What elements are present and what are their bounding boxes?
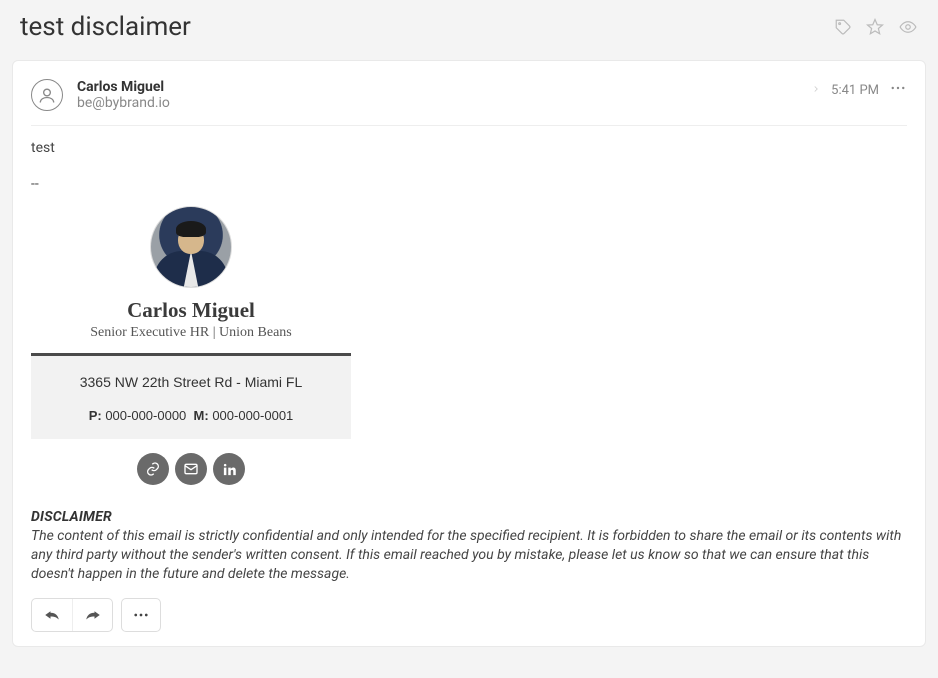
sender-email: be@bybrand.io [77, 95, 811, 111]
signature-name: Carlos Miguel [31, 298, 351, 323]
message-card: Carlos Miguel be@bybrand.io 5:41 PM test… [12, 60, 926, 647]
disclaimer-block: DISCLAIMER The content of this email is … [31, 509, 907, 584]
sender-name: Carlos Miguel [77, 79, 811, 95]
message-time: 5:41 PM [831, 83, 879, 98]
message-body: test -- Carlos Miguel Senior Executive H… [31, 126, 907, 632]
phone-p-value: 000-000-0000 [105, 408, 186, 423]
phone-m-value: 000-000-0001 [212, 408, 293, 423]
page-title: test disclaimer [20, 12, 191, 42]
mail-icon[interactable] [175, 453, 207, 485]
avatar [31, 79, 63, 111]
action-bar [31, 598, 907, 632]
phone-p-label: P: [89, 408, 102, 423]
eye-icon[interactable] [898, 18, 918, 36]
disclaimer-text: The content of this email is strictly co… [31, 527, 907, 584]
star-icon[interactable] [866, 18, 884, 36]
signature-card: Carlos Miguel Senior Executive HR | Unio… [31, 198, 351, 485]
header-action-icons [834, 18, 918, 36]
more-icon[interactable] [889, 79, 907, 101]
link-icon[interactable] [137, 453, 169, 485]
more-actions-button[interactable] [121, 598, 161, 632]
reply-button[interactable] [32, 599, 72, 631]
signature-role: Senior Executive HR | Union Beans [31, 325, 351, 341]
chevron-right-icon [811, 83, 821, 98]
body-text: test [31, 140, 907, 156]
tag-icon[interactable] [834, 18, 852, 36]
signature-phones: P: 000-000-0000 M: 000-000-0001 [39, 408, 343, 423]
phone-m-label: M: [194, 408, 209, 423]
signature-separator: -- [31, 176, 907, 192]
message-header: Carlos Miguel be@bybrand.io 5:41 PM [31, 79, 907, 126]
forward-button[interactable] [72, 599, 112, 631]
disclaimer-title: DISCLAIMER [31, 509, 907, 525]
signature-photo [150, 206, 232, 288]
signature-address: 3365 NW 22th Street Rd - Miami FL [39, 374, 343, 390]
linkedin-icon[interactable] [213, 453, 245, 485]
